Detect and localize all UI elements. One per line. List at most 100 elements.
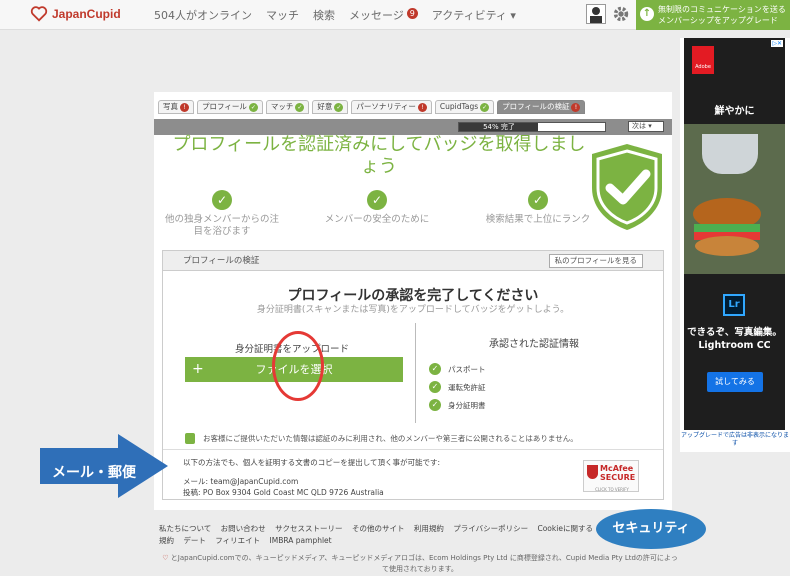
tab-label: プロフィール (202, 102, 247, 111)
ad-banner[interactable]: Adobe ▷✕ 鮮やかに Lr できるぞ、写真編集。Lightroom CC … (680, 38, 790, 452)
nav-online[interactable]: 504人がオンライン (154, 7, 252, 23)
page-headline: プロフィールを認証済みにしてバッジを取得しましょう (172, 134, 586, 177)
copyright-text: とJapanCupid.comでの、キューピッドメディア、キューピッドメディアロ… (170, 554, 678, 573)
mcafee-sub: CLICK TO VERIFY (595, 487, 629, 492)
check-icon: ✓ (334, 102, 344, 112)
mail-post: 投稿: PO Box 9304 Gold Coast MC QLD 9726 A… (183, 488, 384, 497)
check-icon: ✓ (295, 102, 305, 112)
arrow-up-icon: ↑ (640, 7, 654, 21)
verified-title: 承認された認証情報 (489, 339, 579, 350)
check-icon: ✓ (429, 363, 441, 375)
mail-email[interactable]: メール: team@JapanCupid.com (183, 476, 440, 487)
benefit-text: メンバーの安全のために (324, 214, 430, 225)
upgrade-banner[interactable]: ↑ 無制限のコミュニケーションを送るメンバーシップをアップグレード (636, 0, 790, 30)
tab-profile[interactable]: プロフィール ✓ (197, 100, 263, 114)
tab-personality[interactable]: パーソナリティー! (351, 100, 432, 114)
cup-image (702, 134, 758, 174)
footer-link[interactable]: 私たちについて (159, 524, 211, 533)
profile-tabs: 写真! プロフィール ✓ マッチ ✓ 好意 ✓ パーソナリティー! CupidTags… (158, 100, 586, 114)
nav-search[interactable]: 検索 (313, 7, 335, 23)
footer-link[interactable]: フィリエイト (215, 536, 260, 545)
ad-photo (684, 124, 785, 274)
verified-item: ✓ 身分証明書 (429, 399, 486, 411)
footer-link[interactable]: その他のサイト (352, 524, 405, 533)
nav-messages[interactable]: メッセージ 9 (349, 7, 418, 23)
check-circle-icon: ✓ (528, 190, 548, 210)
tab-label: プロフィールの検証 (502, 102, 570, 111)
message-count-badge: 9 (406, 8, 418, 19)
heart-logo-icon (30, 6, 48, 22)
check-icon: ✓ (429, 381, 441, 393)
check-circle-icon: ✓ (367, 190, 387, 210)
profile-progress-bar: 54% 完了 (458, 122, 606, 132)
mail-info: 以下の方法でも、個人を証明する文書のコピーを提出して頂く事が可能です: メール:… (183, 457, 440, 498)
alert-icon: ! (571, 102, 581, 112)
plus-icon: + (192, 361, 204, 377)
adobe-logo: Adobe (692, 46, 714, 74)
verified-item-label: パスポート (448, 364, 486, 374)
check-icon: ✓ (429, 399, 441, 411)
security-annotation: セキュリティ (596, 509, 706, 549)
footer-copyright: ♡ とJapanCupid.comでの、キューピッドメディア、キューピッドメディ… (160, 553, 680, 575)
tab-label: 写真 (163, 102, 178, 111)
next-dropdown[interactable]: 次は ▾ (628, 121, 664, 132)
divider (415, 323, 416, 423)
lock-icon (185, 433, 195, 444)
verification-card: 写真! プロフィール ✓ マッチ ✓ 好意 ✓ パーソナリティー! CupidTags… (154, 92, 672, 510)
privacy-text: お客様にご提供いただいた情報は認証のみに利用され、他のメンバーや第三者に公開され… (203, 434, 578, 443)
gear-icon[interactable] (612, 5, 630, 23)
mail-intro: 以下の方法でも、個人を証明する文書のコピーを提出して頂く事が可能です: (183, 458, 441, 467)
verified-item: ✓ 運転免許証 (429, 381, 486, 393)
mcafee-badge[interactable]: McAfee SECURE CLICK TO VERIFY (583, 460, 639, 492)
footer-link[interactable]: お問い合わせ (221, 524, 266, 533)
verified-item: ✓ パスポート (429, 363, 486, 375)
avatar[interactable] (586, 4, 606, 24)
ad-text: できるぞ、写真編集。Lightroom CC (687, 327, 782, 351)
footer-link[interactable]: IMBRA pamphlet (270, 536, 332, 545)
view-profile-button[interactable]: 私のプロフィールを見る (548, 254, 643, 268)
user-icon (590, 7, 602, 23)
top-bar: JapanCupid 504人がオンライン マッチ 検索 メッセージ 9 アクテ… (0, 0, 790, 30)
tab-cupidtags[interactable]: CupidTags ✓ (434, 100, 495, 114)
footer-link[interactable]: 利用規約 (414, 524, 444, 533)
ad-try-button[interactable]: 試してみる (707, 372, 763, 392)
lightroom-logo: Lr (723, 294, 745, 316)
verification-panel: プロフィールの検証 私のプロフィールを見る プロフィールの承認を完了してください… (162, 250, 664, 500)
heart-icon: ♡ (162, 554, 169, 562)
benefit-item: ✓ 検索結果で上位にランク (478, 190, 598, 226)
tab-match[interactable]: マッチ ✓ (265, 100, 310, 114)
logo[interactable]: JapanCupid (30, 5, 121, 23)
benefit-item: ✓ メンバーの安全のために (317, 190, 437, 226)
panel-header: プロフィールの検証 私のプロフィールを見る (163, 251, 663, 271)
tab-label: パーソナリティー (356, 102, 416, 111)
nav-activity[interactable]: アクティビティ ▾ (432, 7, 516, 23)
nav-match[interactable]: マッチ (266, 7, 299, 23)
verified-item-label: 運転免許証 (448, 382, 486, 392)
alert-icon: ! (417, 102, 427, 112)
tab-label: 好意 (317, 102, 333, 111)
mcafee-shield-icon (587, 465, 598, 479)
benefit-text: 検索結果で上位にランク (485, 214, 591, 225)
footer-link[interactable]: プライバシーポリシー (453, 524, 528, 533)
ad-creative[interactable]: Adobe ▷✕ 鮮やかに Lr できるぞ、写真編集。Lightroom CC … (684, 38, 785, 430)
progress-label: 54% 完了 (483, 123, 515, 131)
tab-verification[interactable]: プロフィールの検証! (497, 100, 586, 114)
tab-photos[interactable]: 写真! (158, 100, 194, 114)
check-icon: ✓ (248, 102, 258, 112)
panel-title: プロフィールの検証 (183, 256, 260, 266)
progress-strip: 54% 完了 次は ▾ (154, 119, 672, 135)
tab-interests[interactable]: 好意 ✓ (312, 100, 349, 114)
upgrade-text: 無制限のコミュニケーションを送るメンバーシップをアップグレード (658, 5, 786, 25)
ad-choices-icon[interactable]: ▷✕ (771, 40, 783, 47)
check-circle-icon: ✓ (212, 190, 232, 210)
divider (163, 449, 663, 450)
footer-link[interactable]: デート (183, 536, 206, 545)
ad-upgrade-note[interactable]: アップグレードで広告は非表示になります (680, 432, 790, 448)
mail-annotation: メール・郵便 (52, 465, 136, 481)
highlight-circle (272, 331, 324, 401)
alert-icon: ! (180, 102, 189, 112)
ad-headline: 鮮やかに (714, 106, 755, 117)
footer-link[interactable]: サクセスストーリー (275, 524, 343, 533)
verified-item-label: 身分証明書 (448, 400, 486, 410)
verified-shield-icon (592, 144, 662, 230)
